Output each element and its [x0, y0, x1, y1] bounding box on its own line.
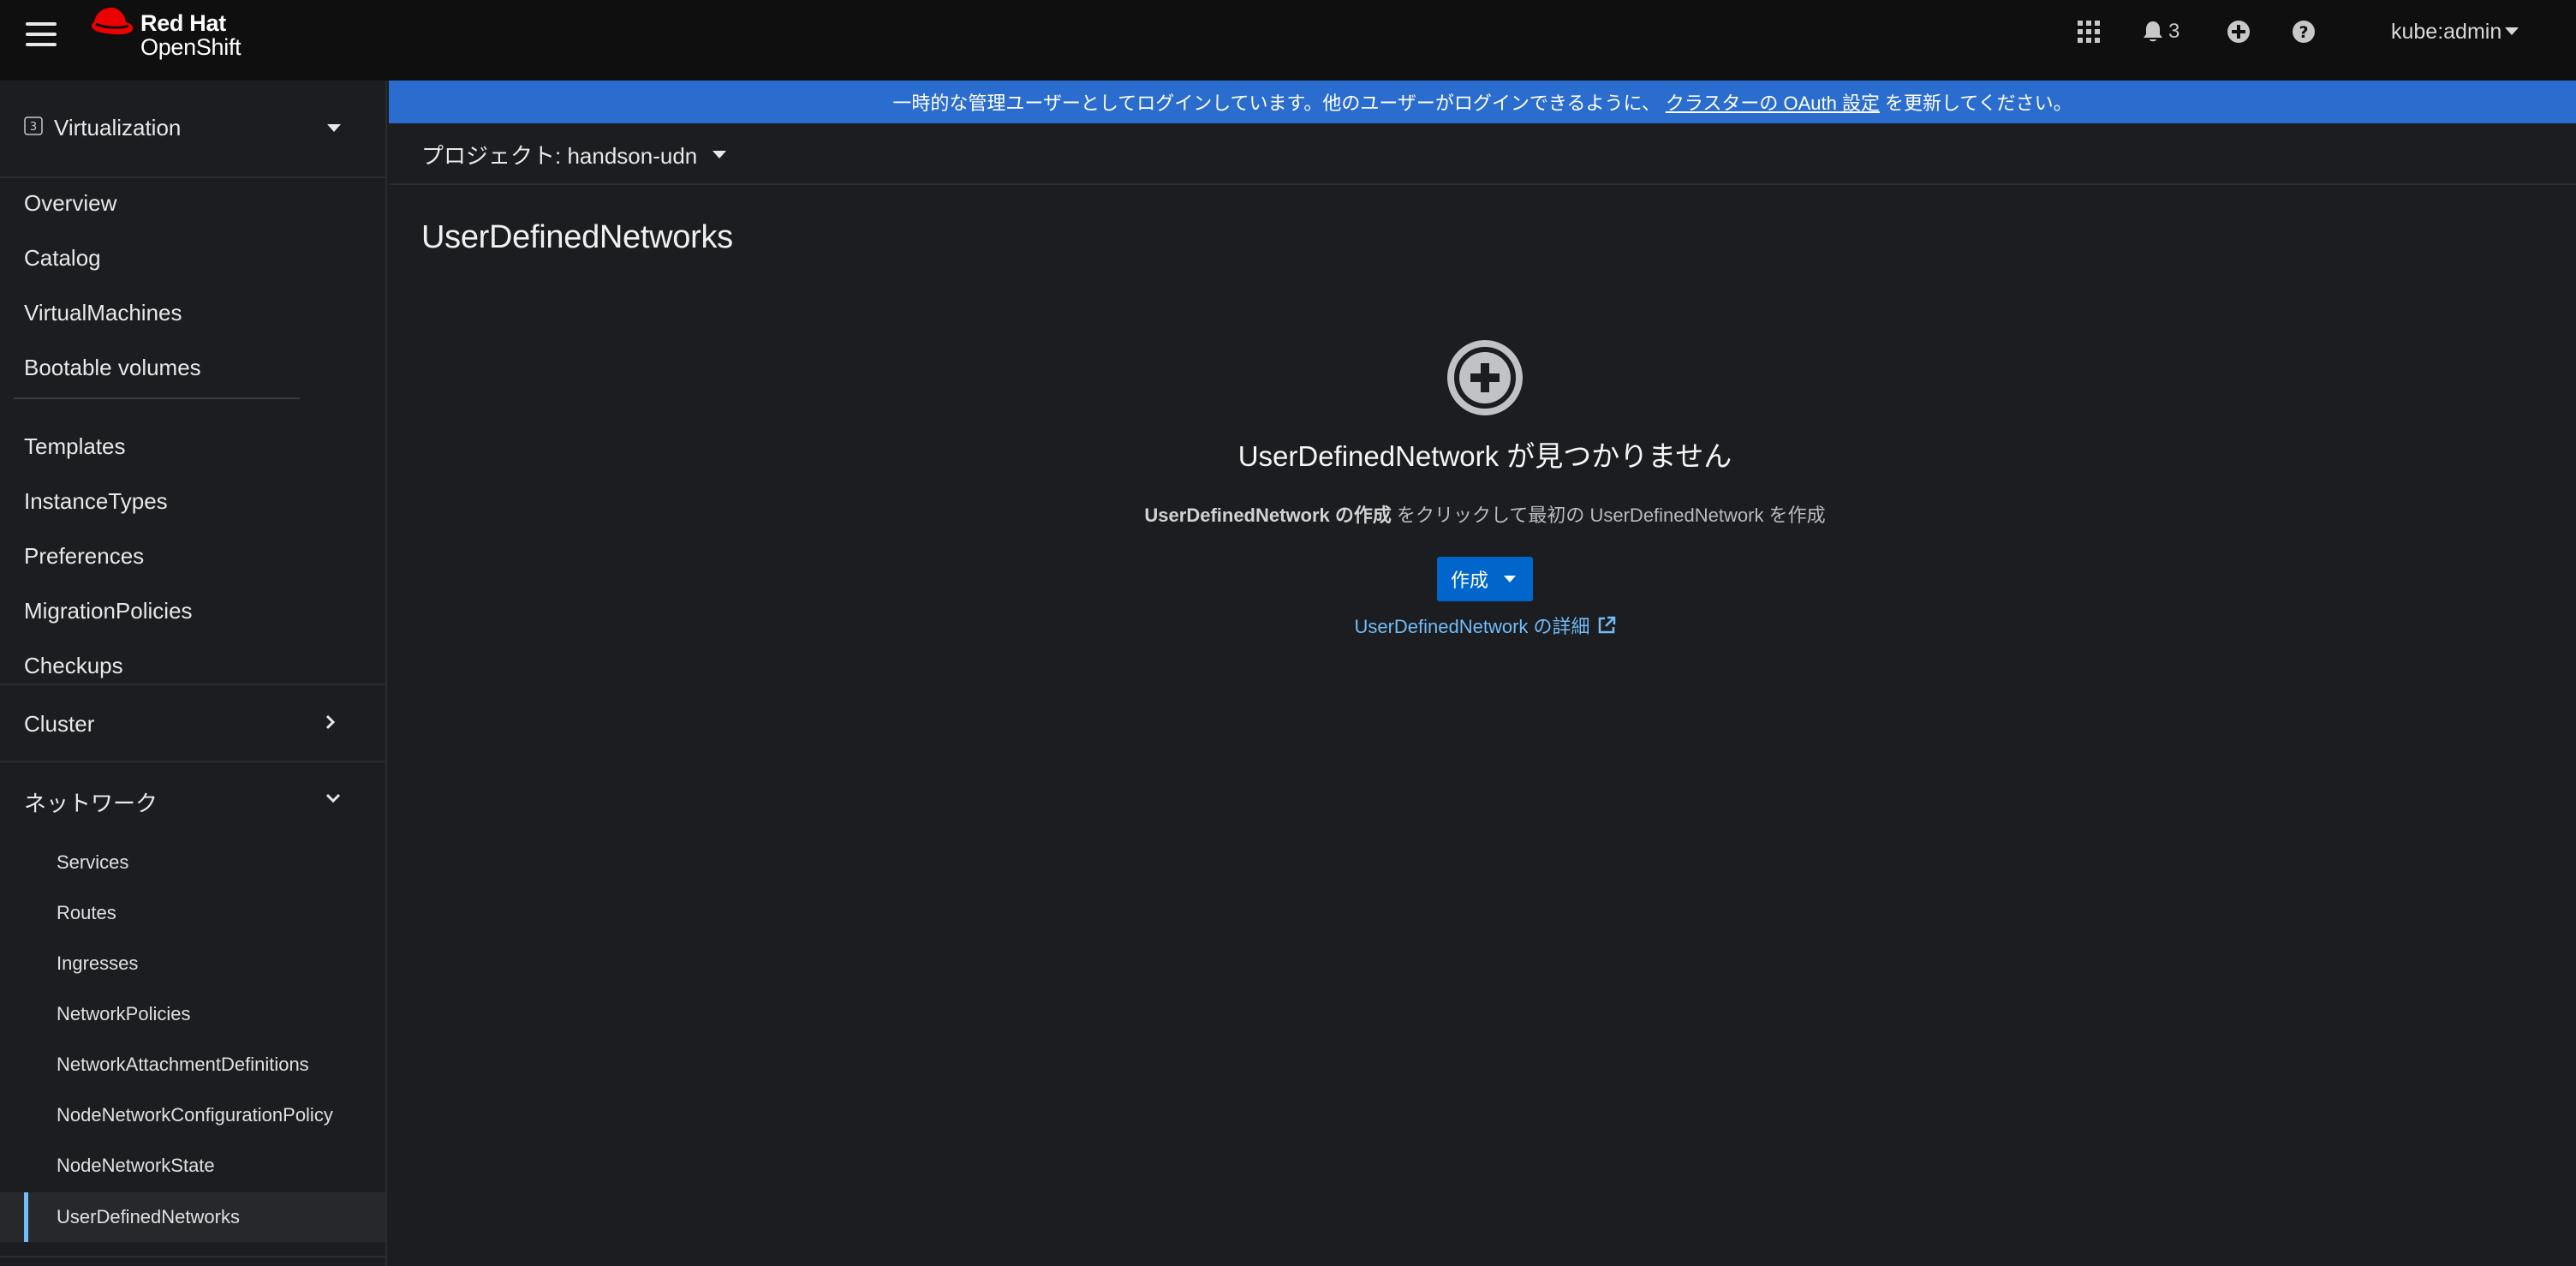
empty-state-title: UserDefinedNetwork が見つかりません: [1237, 440, 1732, 472]
nav-item-nodenetworkstate[interactable]: NodeNetworkState: [0, 1141, 385, 1191]
user-menu[interactable]: kube:admin: [2391, 19, 2519, 45]
page-title: UserDefinedNetworks: [421, 219, 733, 255]
brand-product: OpenShift: [140, 34, 242, 60]
empty-state-body-bold: UserDefinedNetwork の作成: [1144, 505, 1392, 526]
svg-text:?: ?: [2299, 23, 2308, 42]
project-selector[interactable]: プロジェクト: handson-udn: [421, 139, 727, 170]
nav-item-userdefinednetworks[interactable]: UserDefinedNetworks: [0, 1192, 385, 1242]
quick-create-icon[interactable]: [2227, 19, 2251, 45]
redhat-hat-icon: [91, 7, 134, 35]
banner-text-end: を更新してください。: [1884, 93, 2072, 114]
app-launcher-icon[interactable]: [2078, 19, 2100, 45]
perspective-icon: 3: [24, 116, 43, 135]
learn-more-link[interactable]: UserDefinedNetwork の詳細: [1354, 612, 1615, 639]
nav-item-bootable-volumes[interactable]: Bootable volumes: [0, 343, 385, 391]
svg-text:3: 3: [30, 121, 37, 134]
nav-item-overview[interactable]: Overview: [0, 178, 385, 226]
caret-down-icon: [2505, 27, 2519, 35]
nav-item-nodenetworkconfigurationpolicy[interactable]: NodeNetworkConfigurationPolicy: [0, 1090, 385, 1140]
redhat-openshift-logo[interactable]: Red Hat OpenShift: [89, 3, 260, 60]
bell-icon: [2144, 21, 2162, 42]
nav-group-cluster[interactable]: Cluster: [0, 685, 385, 761]
nav-item-services[interactable]: Services: [0, 838, 385, 887]
nav-item-routes[interactable]: Routes: [0, 888, 385, 938]
banner-text: 一時的な管理ユーザーとしてログインしています。他のユーザーがログインできるように…: [892, 93, 1661, 114]
caret-down-icon: [713, 150, 727, 158]
external-link-icon: [1598, 616, 1615, 634]
admin-warning-banner: 一時的な管理ユーザーとしてログインしています。他のユーザーがログインできるように…: [389, 81, 2576, 123]
nav-item-migrationpolicies[interactable]: MigrationPolicies: [0, 586, 385, 634]
project-label: プロジェクト: handson-udn: [421, 143, 698, 169]
nav-item-virtualmachines[interactable]: VirtualMachines: [0, 288, 385, 336]
perspective-switcher[interactable]: 3 Virtualization: [0, 81, 385, 178]
learn-more-label: UserDefinedNetwork の詳細: [1354, 616, 1590, 637]
nav-item-templates[interactable]: Templates: [0, 421, 385, 469]
nav-divider: [14, 397, 300, 399]
help-icon[interactable]: ?: [2292, 19, 2316, 45]
create-button-label: 作成: [1450, 570, 1488, 591]
nav-group-network[interactable]: ネットワーク: [0, 761, 385, 836]
nav-item-networkpolicies[interactable]: NetworkPolicies: [0, 989, 385, 1039]
add-circle-icon: [1447, 340, 1523, 415]
project-bar: プロジェクト: handson-udn: [389, 123, 2576, 185]
notification-count: 3: [2168, 20, 2180, 43]
masthead: Red Hat OpenShift 3 ? kube:admin: [0, 0, 2576, 81]
chevron-down-icon: [325, 793, 341, 803]
sidebar: 3 Virtualization Overview Catalog Virtua…: [0, 81, 387, 1266]
nav-separator: [0, 1256, 385, 1257]
empty-state-body: UserDefinedNetwork の作成 をクリックして最初の UserDe…: [971, 500, 1999, 528]
nav-item-checkups[interactable]: Checkups: [0, 641, 385, 689]
nav-item-networkattachmentdefinitions[interactable]: NetworkAttachmentDefinitions: [0, 1040, 385, 1090]
chevron-right-icon: [325, 714, 336, 730]
notifications-button[interactable]: 3: [2143, 19, 2179, 45]
empty-state: UserDefinedNetwork が見つかりません UserDefinedN…: [971, 339, 1999, 639]
nav-item-ingresses[interactable]: Ingresses: [0, 939, 385, 988]
nav-item-instancetypes[interactable]: InstanceTypes: [0, 476, 385, 524]
empty-state-body-text: をクリックして最初の UserDefinedNetwork を作成: [1391, 505, 1826, 526]
nav-item-catalog[interactable]: Catalog: [0, 233, 385, 281]
nav-item-preferences[interactable]: Preferences: [0, 531, 385, 579]
caret-down-icon: [327, 124, 341, 132]
oauth-settings-link[interactable]: クラスターの OAuth 設定: [1666, 88, 1880, 116]
create-button[interactable]: 作成: [1436, 557, 1533, 601]
user-name: kube:admin: [2391, 19, 2502, 44]
brand-name: Red Hat: [140, 10, 226, 36]
caret-down-icon: [1504, 575, 1516, 582]
hamburger-menu-icon[interactable]: [24, 19, 58, 50]
perspective-label: Virtualization: [54, 115, 182, 140]
